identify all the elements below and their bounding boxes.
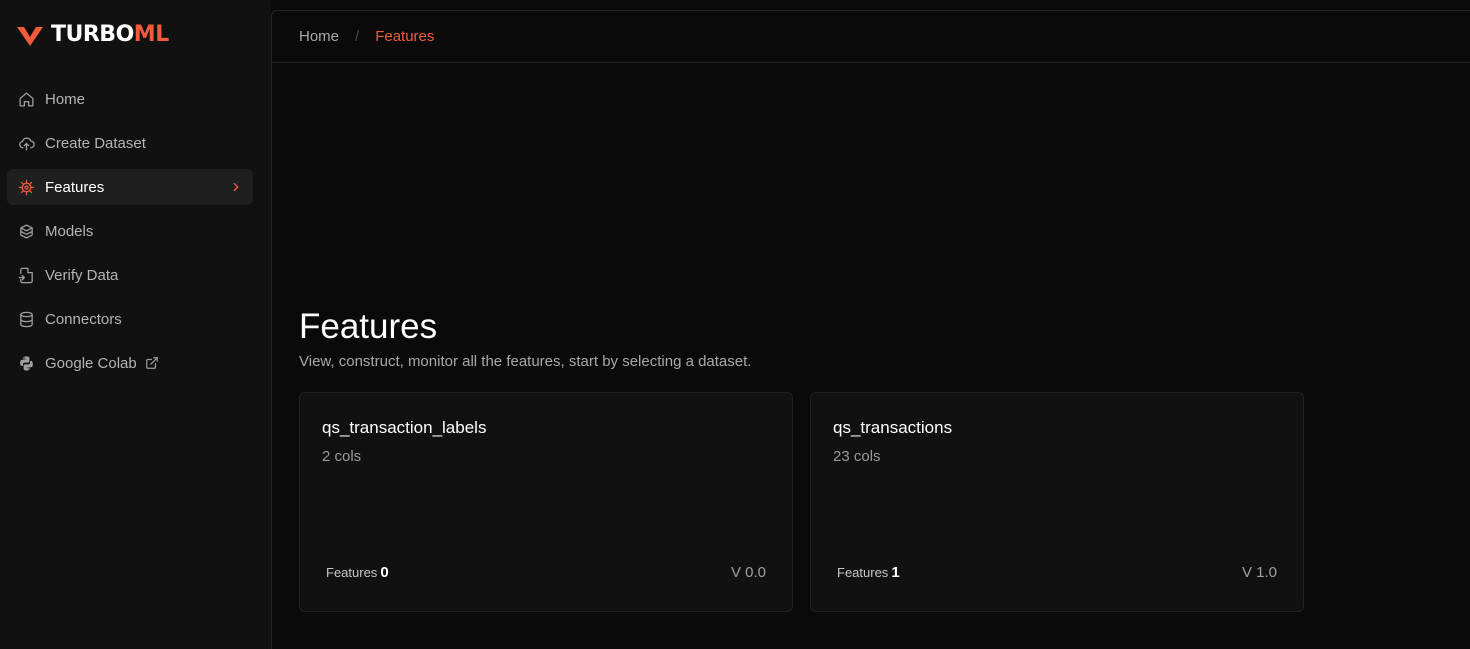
python-icon — [17, 354, 35, 372]
dataset-version: V 0.0 — [730, 564, 766, 581]
breadcrumb-home-link[interactable]: Home — [299, 28, 339, 45]
breadcrumb: Home / Features — [272, 11, 1470, 63]
turboml-logo-icon — [17, 27, 43, 46]
brand-name-accent: ML — [133, 22, 169, 47]
sidebar-item-models[interactable]: Models — [7, 213, 253, 249]
app: TURBOML Home Create Dataset Features Mod… — [0, 0, 1470, 649]
sidebar-item-connectors[interactable]: Connectors — [7, 301, 253, 337]
sidebar-item-home[interactable]: Home — [7, 81, 253, 117]
sidebar-item-label: Home — [45, 90, 86, 108]
breadcrumb-separator: / — [355, 28, 360, 45]
brand-name-main: TURBO — [51, 22, 134, 47]
boxes-icon — [17, 222, 35, 240]
features-count: 0 — [380, 564, 389, 581]
sidebar-item-google-colab[interactable]: Google Colab — [7, 345, 253, 381]
dataset-column-count: 23 cols — [833, 448, 881, 465]
features-label: Features — [837, 565, 889, 580]
sidebar-item-label: Connectors — [45, 310, 122, 328]
cloud-upload-icon — [17, 134, 35, 152]
chevron-right-icon — [229, 180, 243, 194]
brand-name: TURBOML — [51, 21, 169, 49]
page-title: Features — [299, 307, 438, 346]
dataset-version: V 1.0 — [1241, 564, 1277, 581]
sidebar-item-label: Models — [45, 222, 94, 240]
sidebar-item-label: Features — [45, 178, 105, 196]
home-icon — [17, 90, 35, 108]
dataset-column-count: 2 cols — [322, 448, 362, 465]
external-link-icon — [145, 356, 159, 370]
dataset-name: qs_transaction_labels — [322, 418, 487, 437]
breadcrumb-current: Features — [375, 28, 435, 45]
sidebar-item-label: Google Colab — [45, 354, 137, 372]
dataset-features: Features 0 — [326, 564, 389, 581]
database-icon — [17, 310, 35, 328]
brand-logo[interactable]: TURBOML — [16, 21, 169, 49]
sidebar-item-label: Verify Data — [45, 266, 119, 284]
sidebar-item-features[interactable]: Features — [7, 169, 253, 205]
dataset-card-qs-transaction-labels[interactable]: qs_transaction_labels 2 cols Features 0 V… — [299, 392, 793, 612]
sidebar-item-create-dataset[interactable]: Create Dataset — [7, 125, 253, 161]
features-count: 1 — [891, 564, 900, 581]
features-label: Features — [326, 565, 378, 580]
dataset-features: Features 1 — [837, 564, 900, 581]
dataset-card-qs-transactions[interactable]: qs_transactions 23 cols Features 1 V 1.0 — [810, 392, 1304, 612]
page-subtitle: View, construct, monitor all the feature… — [299, 353, 752, 370]
file-plus-icon — [17, 266, 35, 284]
sidebar: TURBOML Home Create Dataset Features Mod… — [0, 0, 271, 649]
dataset-name: qs_transactions — [833, 418, 953, 437]
cog-icon — [17, 178, 35, 196]
sidebar-nav: Home Create Dataset Features Models Veri… — [7, 81, 253, 389]
sidebar-item-verify-data[interactable]: Verify Data — [7, 257, 253, 293]
main-content: Home / Features Features View, construct… — [271, 10, 1470, 649]
sidebar-item-label: Create Dataset — [45, 134, 146, 152]
